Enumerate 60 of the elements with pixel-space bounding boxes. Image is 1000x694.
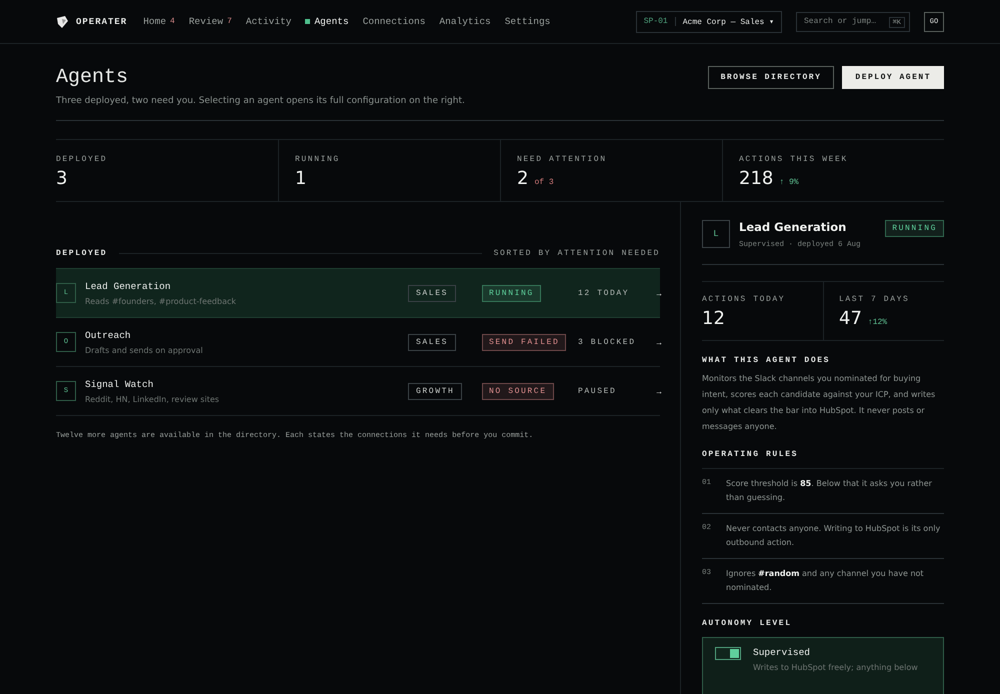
nav-tab[interactable]: Review 7 (188, 16, 232, 27)
agent-description: Drafts and sends on approval (85, 346, 204, 354)
rule-text: Never contacts anyone. Writing to HubSpot is its only outbound action. (726, 523, 942, 549)
section-heading: OPERATING RULES (702, 450, 800, 459)
agent-description: Monitors the Slack channels you nominated for buying intent, scores each candidate against your ICP, and writes only what clears the bar into HubSpot. It never posts or messages anyone. (702, 373, 936, 433)
agent-initial: L (702, 220, 730, 248)
agent-description: Reddit, HN, LinkedIn, review sites (85, 394, 220, 404)
autonomy-description: Writes to HubSpot freely; anything below (753, 663, 918, 672)
agent-name: Signal Watch (85, 378, 154, 390)
rule-text: Ignores #random and any channel you have not nominated. (726, 568, 925, 594)
nav-tab[interactable]: Agents (305, 16, 349, 27)
status-badge: SEND FAILED (482, 334, 566, 350)
metric-note: ↑12% (868, 318, 888, 327)
metric-label: ACTIONS TODAY (702, 295, 786, 304)
stat-value: 218 (739, 168, 774, 189)
agent-name: Lead Generation (85, 280, 172, 292)
metric-value: 12 (702, 308, 725, 329)
logo-icon (56, 16, 68, 28)
stat-value: 3 (56, 168, 68, 189)
status-badge: RUNNING (885, 220, 944, 237)
section-heading: WHAT THIS AGENT DOES (702, 356, 832, 365)
sort-label: SORTED BY ATTENTION NEEDED (494, 248, 660, 258)
stat-label: ACTIONS THIS WEEK (739, 155, 849, 164)
page-title: Agents (56, 66, 130, 89)
stat-label: DEPLOYED (56, 155, 108, 164)
stat-label: RUNNING (295, 155, 341, 164)
nav-tab[interactable]: Activity (246, 16, 292, 27)
status-badge: NO SOURCE (482, 382, 554, 400)
agent-tag: SALES (408, 284, 456, 302)
nav-tab[interactable]: Connections (362, 16, 426, 27)
stat-label: NEED ATTENTION (517, 155, 608, 164)
status-badge: RUNNING (482, 284, 541, 302)
section-heading: AUTONOMY LEVEL (702, 619, 793, 628)
stat-value: 1 (295, 168, 306, 189)
stat-value: 2 (517, 168, 528, 189)
rule-text: Score threshold is 85. Below that it asks you rather than guessing. (726, 478, 933, 504)
toggle-switch[interactable] (715, 647, 741, 660)
autonomy-label: Supervised (753, 647, 812, 658)
nav-tab[interactable]: Analytics (439, 16, 491, 27)
agent-activity: PAUSED (578, 386, 618, 396)
brand-name: OPERATER (76, 16, 128, 26)
nav-tab[interactable]: Settings (504, 16, 550, 27)
deploy-button[interactable]: DEPLOY AGENT (842, 66, 944, 89)
metric-value: 47 (839, 308, 862, 329)
agent-title: Lead Generation (739, 220, 848, 234)
nav-tab[interactable]: Home 4 (143, 16, 175, 27)
stat-note: of 3 (534, 178, 554, 187)
agent-activity: 12 TODAY (578, 288, 630, 298)
metric-label: LAST 7 DAYS (839, 295, 910, 304)
browse-button[interactable]: BROWSE DIRECTORY (708, 66, 834, 89)
agent-description: Reads #founders, #product-feedback (85, 296, 238, 306)
workspace-selector[interactable]: SP-01 Acme Corp — Sales ▾ (636, 10, 782, 32)
autonomy-option[interactable]: Supervised Writes to HubSpot freely; anything below (702, 637, 944, 694)
section-heading: DEPLOYED (56, 248, 108, 258)
agent-activity: 3 BLOCKED (578, 338, 637, 346)
agent-tag: SALES (408, 334, 456, 350)
agent-tag: GROWTH (408, 382, 462, 400)
page-subtitle: Three deployed, two need you. Selecting an agent opens its full configuration on the right. (56, 96, 465, 106)
agent-name: Outreach (85, 330, 132, 340)
stat-note: ↑ 9% (779, 178, 799, 187)
